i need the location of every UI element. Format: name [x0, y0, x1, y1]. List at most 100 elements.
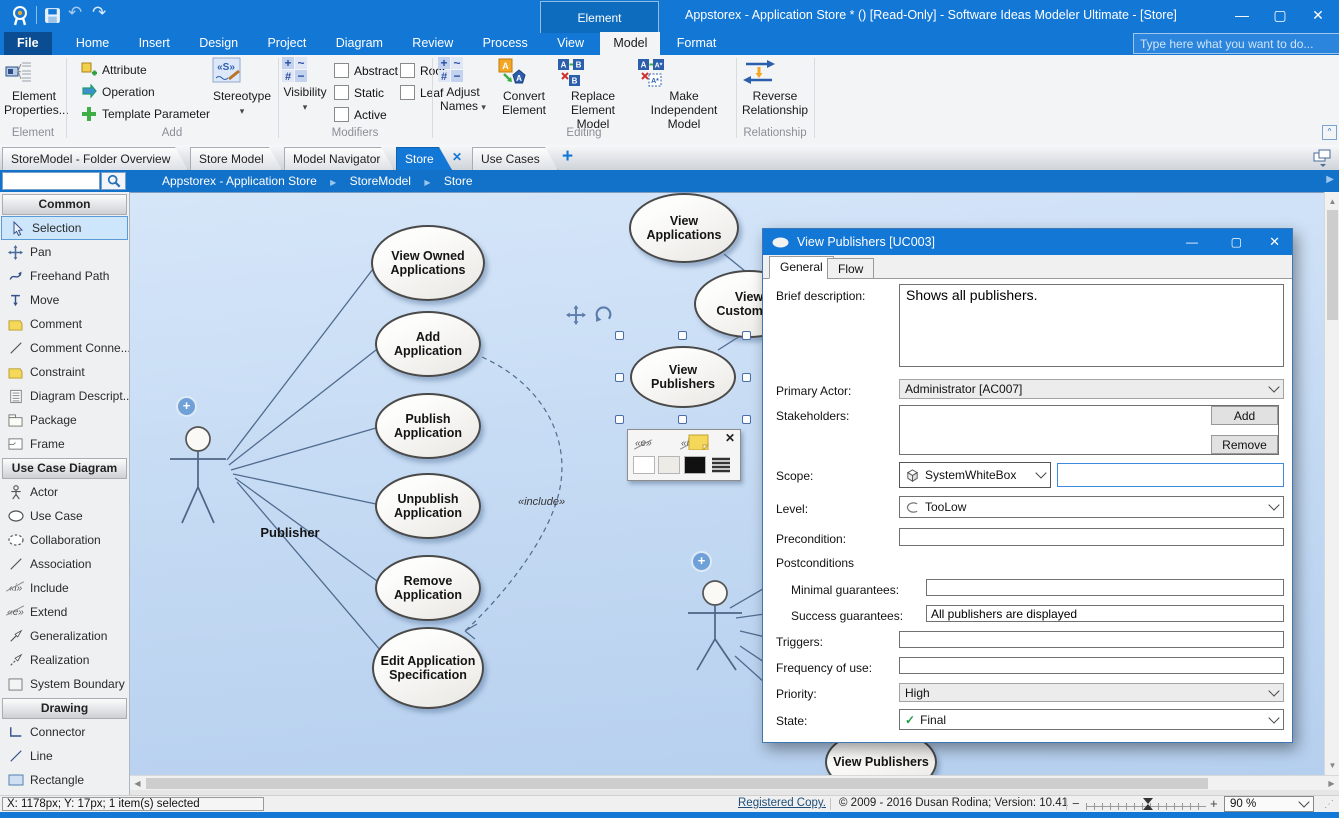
tool-association[interactable]: Association: [0, 552, 129, 576]
success-guarantees-input[interactable]: [926, 605, 1284, 622]
sidebar-search-input[interactable]: [2, 172, 100, 190]
selection-handle[interactable]: [615, 373, 624, 382]
tab-diagram[interactable]: Diagram: [323, 32, 396, 55]
tool-selection[interactable]: Selection: [1, 216, 128, 240]
vertical-scrollbar[interactable]: ▲ ▼: [1324, 192, 1339, 775]
leaf-checkbox[interactable]: Leaf: [400, 85, 443, 100]
make-independent-model-button[interactable]: AA*A* Make Independent Model: [636, 57, 732, 131]
tab-format[interactable]: Format: [664, 32, 730, 55]
level-select[interactable]: TooLow: [899, 496, 1284, 518]
tool-freehand-path[interactable]: Freehand Path: [0, 264, 129, 288]
dialog-tab-general[interactable]: General: [769, 256, 834, 279]
primary-actor-select[interactable]: Administrator [AC007]: [899, 379, 1284, 399]
selection-handle[interactable]: [742, 373, 751, 382]
active-checkbox[interactable]: Active: [334, 107, 387, 122]
tab-home[interactable]: Home: [63, 32, 122, 55]
fill-swatch-light[interactable]: [658, 456, 680, 474]
use-case-view-applications[interactable]: View Applications: [629, 193, 739, 263]
breadcrumb-project[interactable]: Appstorex - Application Store: [162, 174, 317, 188]
dialog-title-bar[interactable]: View Publishers [UC003] — ▢ ✕: [763, 229, 1292, 255]
resize-grip[interactable]: ⋰: [1324, 799, 1335, 810]
scope-extra-input[interactable]: [1057, 463, 1284, 487]
tool-pan[interactable]: Pan: [0, 240, 129, 264]
element-properties-button[interactable]: Element Properties...: [4, 57, 64, 118]
tab-process[interactable]: Process: [470, 32, 541, 55]
vertical-scroll-thumb[interactable]: [1327, 210, 1338, 320]
state-select[interactable]: ✓ Final: [899, 709, 1284, 730]
minimal-guarantees-input[interactable]: [926, 579, 1284, 596]
tab-insert[interactable]: Insert: [126, 32, 183, 55]
tool-collaboration[interactable]: Collaboration: [0, 528, 129, 552]
save-button[interactable]: [44, 7, 61, 24]
breadcrumb-diagram[interactable]: Store: [444, 174, 473, 188]
tool-rectangle[interactable]: Rectangle: [0, 768, 129, 792]
scope-select[interactable]: SystemWhiteBox: [899, 462, 1051, 488]
tool-package[interactable]: Package: [0, 408, 129, 432]
selection-handle[interactable]: [615, 331, 624, 340]
extend-stamp-icon[interactable]: «e»: [635, 438, 652, 449]
remove-stakeholder-button[interactable]: Remove: [1211, 435, 1278, 454]
use-case-unpublish-application[interactable]: Unpublish Application: [375, 473, 481, 539]
static-checkbox[interactable]: Static: [334, 85, 384, 100]
horizontal-scrollbar[interactable]: ◀ ▶: [130, 775, 1339, 790]
fill-swatch-black[interactable]: [684, 456, 706, 474]
sidebar-search-button[interactable]: [101, 172, 126, 190]
add-operation-button[interactable]: Operation: [80, 84, 155, 100]
selection-handle[interactable]: [678, 415, 687, 424]
use-case-add-application[interactable]: Add Application: [375, 311, 481, 377]
tool-connector[interactable]: Connector: [0, 720, 129, 744]
use-case-remove-application[interactable]: Remove Application: [375, 555, 481, 621]
scroll-down-icon[interactable]: ▼: [1325, 758, 1339, 773]
zoom-out-button[interactable]: −: [1072, 796, 1080, 811]
move-element-handle[interactable]: [566, 305, 586, 325]
close-button[interactable]: ✕: [1301, 2, 1335, 28]
abstract-checkbox[interactable]: Abstract: [334, 63, 398, 78]
selection-handle[interactable]: [742, 331, 751, 340]
scroll-right-icon[interactable]: ▶: [1324, 776, 1339, 791]
tool-frame[interactable]: Frame: [0, 432, 129, 456]
new-tab-button[interactable]: +: [562, 146, 573, 168]
line-style-icon[interactable]: [711, 457, 731, 473]
tool-move[interactable]: Move: [0, 288, 129, 312]
doc-tab-use-cases[interactable]: Use Cases: [472, 147, 558, 170]
tool-comment[interactable]: Comment: [0, 312, 129, 336]
ribbon-search-input[interactable]: [1133, 33, 1339, 54]
registered-copy-link[interactable]: Registered Copy.: [738, 797, 826, 809]
dialog-close-button[interactable]: ✕: [1269, 234, 1280, 250]
breadcrumb-scroll-right-icon[interactable]: ▶: [1326, 174, 1334, 185]
breadcrumb-folder[interactable]: StoreModel: [350, 174, 411, 188]
dialog-minimize-button[interactable]: —: [1186, 235, 1198, 249]
add-stakeholder-button[interactable]: Add: [1211, 406, 1278, 425]
scroll-left-icon[interactable]: ◀: [130, 776, 145, 791]
maximize-button[interactable]: ▢: [1263, 2, 1297, 28]
visibility-button[interactable]: +~#− Visibility▾: [282, 57, 328, 114]
replace-element-model-button[interactable]: ABB Replace Element Model: [556, 57, 630, 131]
zoom-slider-thumb-bottom[interactable]: [1143, 804, 1153, 810]
dialog-maximize-button[interactable]: ▢: [1231, 235, 1242, 249]
scroll-up-icon[interactable]: ▲: [1325, 194, 1339, 209]
adjust-names-button[interactable]: +~#− Adjust Names ▾: [438, 57, 488, 114]
tab-review[interactable]: Review: [399, 32, 466, 55]
stereotype-button[interactable]: «S» Stereotype▾: [212, 57, 272, 118]
selection-handle[interactable]: [742, 415, 751, 424]
undo-button[interactable]: ↶: [68, 3, 82, 23]
use-case-edit-application-specification[interactable]: Edit Application Specification: [372, 627, 484, 709]
zoom-in-button[interactable]: +: [1210, 796, 1218, 811]
doc-tab-store-active[interactable]: Store: [396, 147, 452, 170]
frequency-of-use-input[interactable]: [899, 657, 1284, 674]
tab-file[interactable]: File: [4, 32, 52, 55]
tab-model[interactable]: Model: [600, 32, 660, 55]
selection-handle[interactable]: [615, 415, 624, 424]
tool-comment-connector[interactable]: Comment Conne...: [0, 336, 129, 360]
use-case-view-publishers-selected[interactable]: View Publishers View Publishers View Pub…: [630, 346, 736, 408]
window-list-button[interactable]: [1312, 147, 1334, 167]
tool-line[interactable]: Line: [0, 744, 129, 768]
selection-box[interactable]: View Publishers View Publishers View Pub…: [622, 338, 744, 416]
tool-use-case[interactable]: Use Case: [0, 504, 129, 528]
section-header-common[interactable]: Common: [2, 194, 127, 215]
use-case-view-owned-applications[interactable]: View Owned Applications: [371, 225, 485, 301]
minimize-button[interactable]: —: [1225, 2, 1259, 28]
tool-generalization[interactable]: Generalization: [0, 624, 129, 648]
tool-constraint[interactable]: Constraint: [0, 360, 129, 384]
actor-publisher[interactable]: [170, 427, 226, 523]
